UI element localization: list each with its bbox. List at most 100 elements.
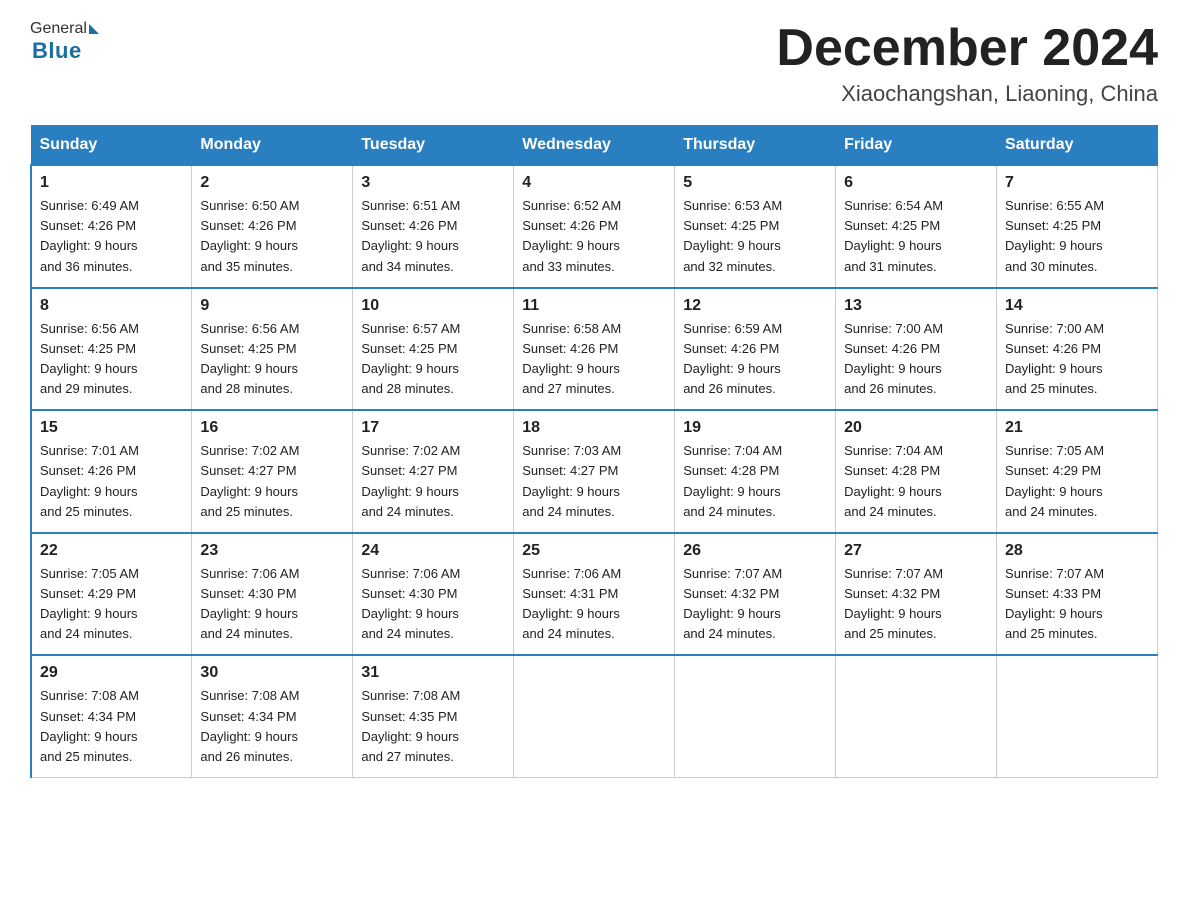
weekday-header-friday: Friday	[836, 126, 997, 166]
day-number: 27	[844, 542, 988, 560]
day-number: 22	[40, 542, 183, 560]
day-info: Sunrise: 6:49 AMSunset: 4:26 PMDaylight:…	[40, 196, 183, 277]
day-info: Sunrise: 6:59 AMSunset: 4:26 PMDaylight:…	[683, 319, 827, 400]
weekday-header-wednesday: Wednesday	[514, 126, 675, 166]
day-info: Sunrise: 7:01 AMSunset: 4:26 PMDaylight:…	[40, 441, 183, 522]
day-number: 3	[361, 174, 505, 192]
day-info: Sunrise: 7:08 AMSunset: 4:35 PMDaylight:…	[361, 686, 505, 767]
day-info: Sunrise: 6:57 AMSunset: 4:25 PMDaylight:…	[361, 319, 505, 400]
calendar-cell: 10 Sunrise: 6:57 AMSunset: 4:25 PMDayligh…	[353, 288, 514, 411]
calendar-cell: 7 Sunrise: 6:55 AMSunset: 4:25 PMDaylight…	[997, 165, 1158, 288]
calendar-cell: 22 Sunrise: 7:05 AMSunset: 4:29 PMDayligh…	[31, 533, 192, 656]
calendar-cell: 26 Sunrise: 7:07 AMSunset: 4:32 PMDayligh…	[675, 533, 836, 656]
logo-general-text: General	[30, 20, 87, 38]
day-info: Sunrise: 7:02 AMSunset: 4:27 PMDaylight:…	[200, 441, 344, 522]
calendar-cell: 5 Sunrise: 6:53 AMSunset: 4:25 PMDaylight…	[675, 165, 836, 288]
calendar-cell: 30 Sunrise: 7:08 AMSunset: 4:34 PMDayligh…	[192, 655, 353, 777]
calendar-week-row: 8 Sunrise: 6:56 AMSunset: 4:25 PMDaylight…	[31, 288, 1158, 411]
day-number: 25	[522, 542, 666, 560]
day-number: 30	[200, 664, 344, 682]
day-number: 5	[683, 174, 827, 192]
weekday-header-row: SundayMondayTuesdayWednesdayThursdayFrid…	[31, 126, 1158, 166]
month-title: December 2024	[776, 20, 1158, 77]
day-info: Sunrise: 6:55 AMSunset: 4:25 PMDaylight:…	[1005, 196, 1149, 277]
weekday-header-sunday: Sunday	[31, 126, 192, 166]
day-info: Sunrise: 6:53 AMSunset: 4:25 PMDaylight:…	[683, 196, 827, 277]
day-info: Sunrise: 7:07 AMSunset: 4:32 PMDaylight:…	[683, 564, 827, 645]
day-number: 12	[683, 297, 827, 315]
day-number: 26	[683, 542, 827, 560]
day-info: Sunrise: 7:06 AMSunset: 4:30 PMDaylight:…	[361, 564, 505, 645]
calendar-cell: 20Sunrise: 7:04 AMSunset: 4:28 PMDayligh…	[836, 410, 997, 533]
day-info: Sunrise: 6:56 AMSunset: 4:25 PMDaylight:…	[200, 319, 344, 400]
calendar-cell: 24Sunrise: 7:06 AMSunset: 4:30 PMDayligh…	[353, 533, 514, 656]
day-number: 2	[200, 174, 344, 192]
calendar-cell: 19 Sunrise: 7:04 AMSunset: 4:28 PMDayligh…	[675, 410, 836, 533]
day-number: 8	[40, 297, 183, 315]
calendar-cell: 25Sunrise: 7:06 AMSunset: 4:31 PMDayligh…	[514, 533, 675, 656]
day-info: Sunrise: 7:08 AMSunset: 4:34 PMDaylight:…	[40, 686, 183, 767]
calendar-cell: 1 Sunrise: 6:49 AMSunset: 4:26 PMDaylight…	[31, 165, 192, 288]
day-info: Sunrise: 7:08 AMSunset: 4:34 PMDaylight:…	[200, 686, 344, 767]
weekday-header-tuesday: Tuesday	[353, 126, 514, 166]
day-info: Sunrise: 7:07 AMSunset: 4:33 PMDaylight:…	[1005, 564, 1149, 645]
calendar-week-row: 1 Sunrise: 6:49 AMSunset: 4:26 PMDaylight…	[31, 165, 1158, 288]
day-number: 17	[361, 419, 505, 437]
day-number: 16	[200, 419, 344, 437]
logo: General Blue	[30, 20, 99, 64]
day-info: Sunrise: 7:03 AMSunset: 4:27 PMDaylight:…	[522, 441, 666, 522]
calendar-week-row: 29 Sunrise: 7:08 AMSunset: 4:34 PMDayligh…	[31, 655, 1158, 777]
calendar-cell: 8 Sunrise: 6:56 AMSunset: 4:25 PMDaylight…	[31, 288, 192, 411]
day-number: 11	[522, 297, 666, 315]
title-area: December 2024 Xiaochangshan, Liaoning, C…	[776, 20, 1158, 107]
day-info: Sunrise: 7:04 AMSunset: 4:28 PMDaylight:…	[683, 441, 827, 522]
calendar-cell: 29 Sunrise: 7:08 AMSunset: 4:34 PMDayligh…	[31, 655, 192, 777]
calendar-cell: 17 Sunrise: 7:02 AMSunset: 4:27 PMDayligh…	[353, 410, 514, 533]
calendar-cell: 23Sunrise: 7:06 AMSunset: 4:30 PMDayligh…	[192, 533, 353, 656]
day-info: Sunrise: 6:54 AMSunset: 4:25 PMDaylight:…	[844, 196, 988, 277]
day-number: 10	[361, 297, 505, 315]
location-title: Xiaochangshan, Liaoning, China	[776, 81, 1158, 107]
calendar-cell: 21Sunrise: 7:05 AMSunset: 4:29 PMDayligh…	[997, 410, 1158, 533]
calendar-cell: 31 Sunrise: 7:08 AMSunset: 4:35 PMDayligh…	[353, 655, 514, 777]
day-info: Sunrise: 7:04 AMSunset: 4:28 PMDaylight:…	[844, 441, 988, 522]
day-number: 7	[1005, 174, 1149, 192]
day-info: Sunrise: 6:52 AMSunset: 4:26 PMDaylight:…	[522, 196, 666, 277]
calendar-cell: 3 Sunrise: 6:51 AMSunset: 4:26 PMDaylight…	[353, 165, 514, 288]
page-header: General Blue December 2024 Xiaochangshan…	[30, 20, 1158, 107]
calendar-cell: 15Sunrise: 7:01 AMSunset: 4:26 PMDayligh…	[31, 410, 192, 533]
weekday-header-monday: Monday	[192, 126, 353, 166]
day-info: Sunrise: 6:51 AMSunset: 4:26 PMDaylight:…	[361, 196, 505, 277]
calendar-week-row: 15Sunrise: 7:01 AMSunset: 4:26 PMDayligh…	[31, 410, 1158, 533]
day-info: Sunrise: 7:02 AMSunset: 4:27 PMDaylight:…	[361, 441, 505, 522]
day-info: Sunrise: 7:06 AMSunset: 4:30 PMDaylight:…	[200, 564, 344, 645]
weekday-header-saturday: Saturday	[997, 126, 1158, 166]
calendar-cell	[675, 655, 836, 777]
calendar-cell: 9 Sunrise: 6:56 AMSunset: 4:25 PMDaylight…	[192, 288, 353, 411]
day-number: 14	[1005, 297, 1149, 315]
calendar-cell: 11Sunrise: 6:58 AMSunset: 4:26 PMDayligh…	[514, 288, 675, 411]
calendar-cell: 14 Sunrise: 7:00 AMSunset: 4:26 PMDayligh…	[997, 288, 1158, 411]
day-number: 1	[40, 174, 183, 192]
logo-triangle-icon	[89, 24, 99, 34]
day-info: Sunrise: 7:07 AMSunset: 4:32 PMDaylight:…	[844, 564, 988, 645]
calendar-table: SundayMondayTuesdayWednesdayThursdayFrid…	[30, 125, 1158, 778]
calendar-cell	[514, 655, 675, 777]
logo-blue-text: Blue	[32, 38, 82, 64]
day-info: Sunrise: 7:00 AMSunset: 4:26 PMDaylight:…	[1005, 319, 1149, 400]
day-number: 19	[683, 419, 827, 437]
calendar-week-row: 22 Sunrise: 7:05 AMSunset: 4:29 PMDayligh…	[31, 533, 1158, 656]
calendar-cell: 27 Sunrise: 7:07 AMSunset: 4:32 PMDayligh…	[836, 533, 997, 656]
calendar-cell: 2Sunrise: 6:50 AMSunset: 4:26 PMDaylight…	[192, 165, 353, 288]
calendar-cell	[997, 655, 1158, 777]
day-number: 29	[40, 664, 183, 682]
day-number: 9	[200, 297, 344, 315]
day-number: 31	[361, 664, 505, 682]
day-number: 18	[522, 419, 666, 437]
day-number: 28	[1005, 542, 1149, 560]
day-info: Sunrise: 7:05 AMSunset: 4:29 PMDaylight:…	[40, 564, 183, 645]
calendar-cell: 18 Sunrise: 7:03 AMSunset: 4:27 PMDayligh…	[514, 410, 675, 533]
calendar-cell	[836, 655, 997, 777]
day-number: 21	[1005, 419, 1149, 437]
day-info: Sunrise: 6:56 AMSunset: 4:25 PMDaylight:…	[40, 319, 183, 400]
